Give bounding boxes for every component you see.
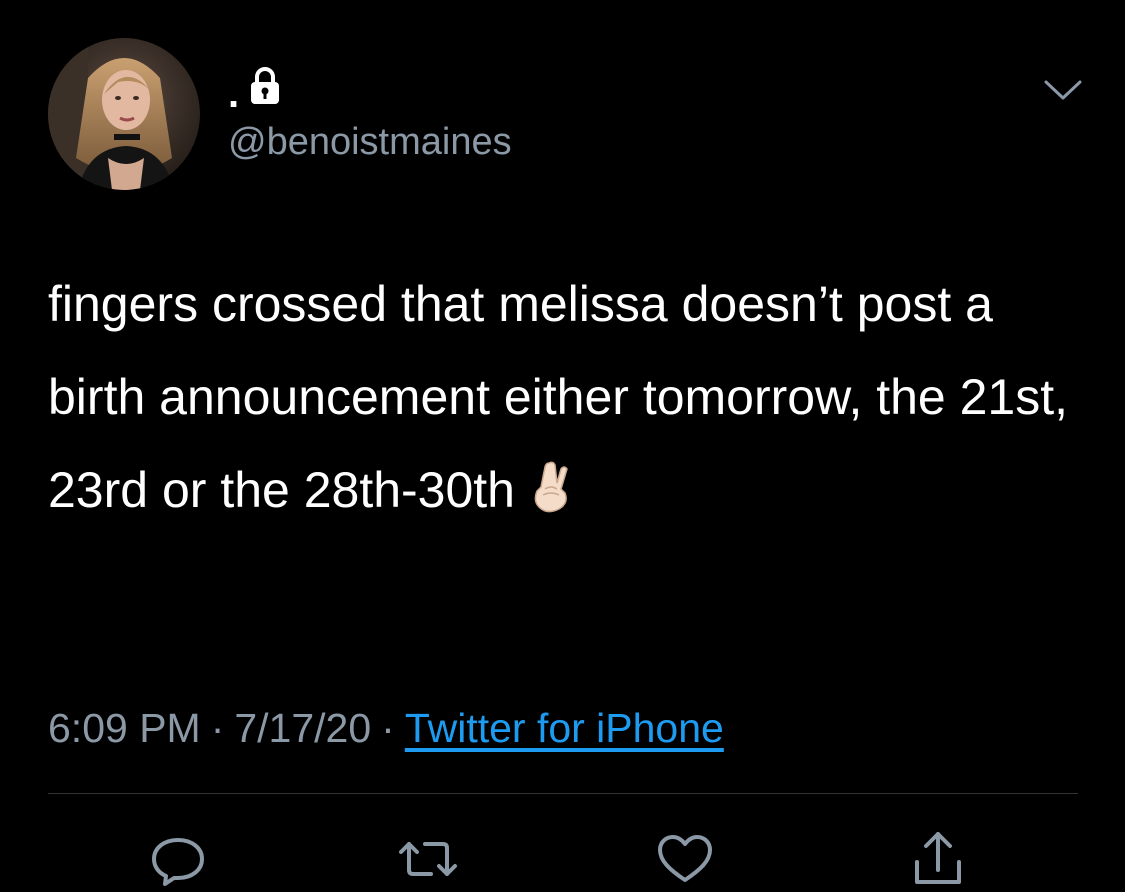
heart-icon <box>658 835 712 882</box>
share-button[interactable] <box>905 826 971 892</box>
retweet-icon <box>399 842 457 876</box>
tweet-meta: 6:09 PM · 7/17/20 · Twitter for iPhone <box>48 700 724 756</box>
avatar[interactable] <box>48 38 200 190</box>
tweet-detail: . @benoistmaines fingers crossed that me… <box>0 0 1125 892</box>
divider <box>48 793 1078 794</box>
reply-button[interactable] <box>145 826 211 892</box>
user-handle[interactable]: @benoistmaines <box>228 120 512 164</box>
profile-photo-icon <box>48 38 200 190</box>
tweet-text: fingers crossed that melissa doesn’t pos… <box>48 258 1088 537</box>
crossed-fingers-emoji-icon <box>534 461 568 513</box>
reply-icon <box>152 838 204 886</box>
tweet-time: 6:09 PM <box>48 705 201 751</box>
tweet-date: 7/17/20 <box>234 705 372 751</box>
retweet-button[interactable] <box>395 826 461 892</box>
like-button[interactable] <box>652 826 718 892</box>
meta-separator: · <box>210 705 225 751</box>
display-name: . <box>228 72 240 116</box>
share-icon <box>915 832 961 884</box>
chevron-down-icon[interactable] <box>1040 70 1086 110</box>
user-name-row[interactable]: . <box>228 64 283 114</box>
tweet-source-link[interactable]: Twitter for iPhone <box>405 705 724 751</box>
lock-icon <box>251 67 280 104</box>
meta-separator: · <box>381 705 395 751</box>
